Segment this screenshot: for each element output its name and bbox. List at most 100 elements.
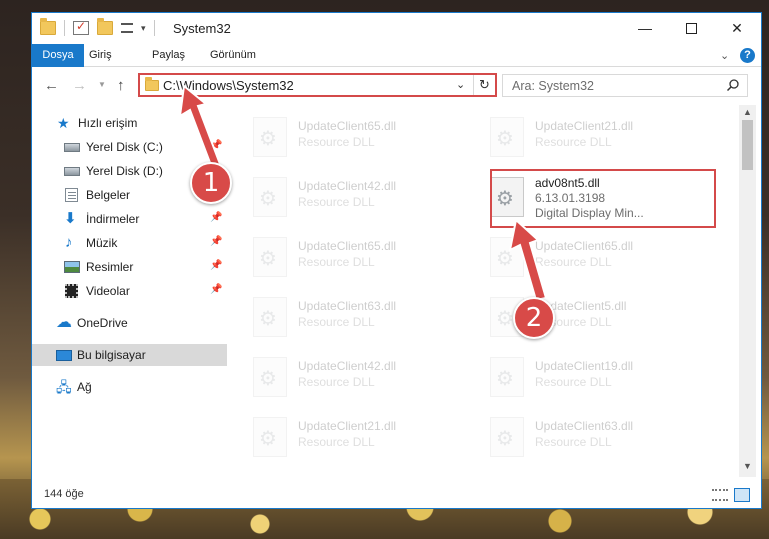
search-placeholder: Ara: System32	[512, 79, 594, 93]
address-bar[interactable]: C:\Windows\System32 ⌄ ↻	[138, 73, 497, 97]
file-description: Resource DLL	[535, 435, 612, 449]
sidebar-item-label: OneDrive	[77, 316, 128, 330]
file-description: Resource DLL	[535, 135, 612, 149]
dll-file-icon	[253, 117, 287, 157]
minimize-button[interactable]: —	[622, 13, 668, 43]
file-tile[interactable]: UpdateClient5.dll Resource DLL	[465, 291, 695, 341]
chevron-down-icon[interactable]: ▾	[141, 23, 146, 34]
close-button[interactable]: ✕	[714, 13, 760, 43]
sidebar-item-label: Bu bilgisayar	[77, 348, 146, 362]
dll-file-icon	[253, 237, 287, 277]
sidebar-item-network[interactable]: 🖧 Ağ	[32, 376, 227, 398]
navigation-pane: ★ Hızlı erişim Yerel Disk (C:) 📌 Yerel D…	[32, 105, 227, 477]
maximize-button[interactable]	[668, 13, 714, 43]
toolbar-divider	[153, 20, 155, 36]
chevron-down-icon[interactable]: ⌄	[456, 78, 465, 91]
file-description: Resource DLL	[535, 255, 612, 269]
drive-icon	[64, 143, 80, 152]
title-bar: ▾ System32 — ✕	[32, 13, 761, 44]
help-icon[interactable]: ?	[740, 48, 755, 63]
vertical-scrollbar[interactable]: ▲ ▼	[739, 105, 756, 477]
tab-home[interactable]: Giriş	[89, 44, 112, 67]
file-tile[interactable]: UpdateClient65.dll Resource DLL	[228, 231, 458, 281]
sidebar-item-this-pc[interactable]: Bu bilgisayar	[32, 344, 227, 366]
sidebar-item-local-disk-c[interactable]: Yerel Disk (C:) 📌	[32, 136, 227, 158]
search-input[interactable]: Ara: System32	[502, 74, 748, 97]
window-title: System32	[173, 21, 231, 36]
file-tile[interactable]: UpdateClient42.dll Resource DLL	[228, 171, 458, 221]
callout-1: 1	[190, 162, 232, 204]
new-folder-icon[interactable]	[97, 18, 113, 35]
sidebar-item-videos[interactable]: Videolar 📌	[32, 280, 227, 302]
refresh-icon[interactable]: ↻	[473, 75, 495, 95]
file-name: UpdateClient42.dll	[298, 179, 397, 193]
pin-icon[interactable]: 📌	[210, 260, 222, 271]
folder-icon	[40, 18, 56, 35]
ribbon-tabs: Dosya Giriş Paylaş Görünüm ⌄ ?	[32, 44, 761, 67]
pin-icon[interactable]: 📌	[210, 236, 222, 247]
dll-file-icon	[253, 177, 287, 217]
scroll-down-icon[interactable]: ▼	[743, 461, 752, 471]
expand-ribbon-icon[interactable]: ⌄	[720, 49, 729, 62]
dll-file-icon	[490, 357, 524, 397]
sidebar-item-label: Belgeler	[86, 188, 131, 202]
item-count: 144 öğe	[44, 488, 84, 500]
sidebar-item-music[interactable]: ♪ Müzik 📌	[32, 232, 227, 254]
file-tile[interactable]: UpdateClient65.dll Resource DLL	[465, 231, 695, 281]
file-name: UpdateClient21.dll	[298, 419, 397, 433]
sidebar-item-quick-access[interactable]: ★ Hızlı erişim	[32, 112, 227, 134]
sidebar-item-label: Videolar	[86, 284, 130, 298]
sidebar-item-label: Müzik	[86, 236, 118, 250]
tab-share[interactable]: Paylaş	[152, 44, 185, 67]
tab-file[interactable]: Dosya	[32, 44, 84, 67]
up-arrow-icon[interactable]: ↑	[117, 77, 125, 94]
callout-2: 2	[513, 297, 555, 339]
file-tile[interactable]: UpdateClient63.dll Resource DLL	[228, 291, 458, 341]
status-bar: 144 öğe	[32, 483, 761, 508]
onedrive-icon: ☁	[56, 314, 72, 331]
pin-icon[interactable]: 📌	[210, 212, 222, 223]
scroll-up-icon[interactable]: ▲	[743, 107, 752, 117]
dll-file-icon	[490, 117, 524, 157]
pictures-icon	[64, 261, 80, 273]
file-description: Resource DLL	[298, 135, 375, 149]
file-description: Resource DLL	[298, 435, 375, 449]
recent-locations-icon[interactable]: ▼	[98, 80, 106, 89]
file-tile[interactable]: UpdateClient42.dll Resource DLL	[228, 351, 458, 401]
sidebar-item-label: Resimler	[86, 260, 134, 274]
address-path[interactable]: C:\Windows\System32	[163, 78, 294, 93]
sidebar-item-downloads[interactable]: ⬇ İndirmeler 📌	[32, 208, 227, 230]
sidebar-item-onedrive[interactable]: ☁ OneDrive	[32, 312, 227, 334]
sidebar-item-pictures[interactable]: Resimler 📌	[32, 256, 227, 278]
maximize-icon	[685, 22, 697, 34]
pin-icon[interactable]: 📌	[210, 140, 222, 151]
tab-view[interactable]: Görünüm	[210, 44, 256, 67]
customize-toolbar-icon[interactable]	[121, 23, 133, 33]
file-tile[interactable]: UpdateClient65.dll Resource DLL	[228, 111, 458, 161]
dll-file-icon	[253, 357, 287, 397]
pin-icon[interactable]: 📌	[210, 284, 222, 295]
file-description: Resource DLL	[298, 195, 375, 209]
file-tile[interactable]: UpdateClient21.dll Resource DLL	[465, 111, 695, 161]
documents-icon	[65, 188, 78, 202]
minimize-icon: —	[638, 20, 652, 36]
star-icon: ★	[57, 115, 70, 131]
file-list: UpdateClient65.dll Resource DLL UpdateCl…	[228, 105, 738, 477]
search-icon[interactable]	[726, 78, 740, 92]
file-tile[interactable]: UpdateClient63.dll Resource DLL	[465, 411, 695, 461]
file-name: UpdateClient63.dll	[535, 419, 634, 433]
back-arrow-icon[interactable]: ←	[44, 77, 59, 94]
dll-file-icon	[490, 237, 524, 277]
file-description: Resource DLL	[298, 255, 375, 269]
scrollbar-thumb[interactable]	[742, 120, 753, 170]
file-name: UpdateClient19.dll	[535, 359, 634, 373]
large-icons-view-icon[interactable]	[734, 488, 750, 502]
dll-file-icon	[253, 297, 287, 337]
file-tile[interactable]: UpdateClient19.dll Resource DLL	[465, 351, 695, 401]
quick-access-toolbar: ▾	[40, 18, 155, 36]
details-view-icon[interactable]	[712, 489, 728, 501]
properties-icon[interactable]	[73, 19, 89, 35]
file-tile[interactable]: UpdateClient21.dll Resource DLL	[228, 411, 458, 461]
file-name: UpdateClient65.dll	[298, 119, 397, 133]
forward-arrow-icon[interactable]: →	[72, 77, 87, 94]
